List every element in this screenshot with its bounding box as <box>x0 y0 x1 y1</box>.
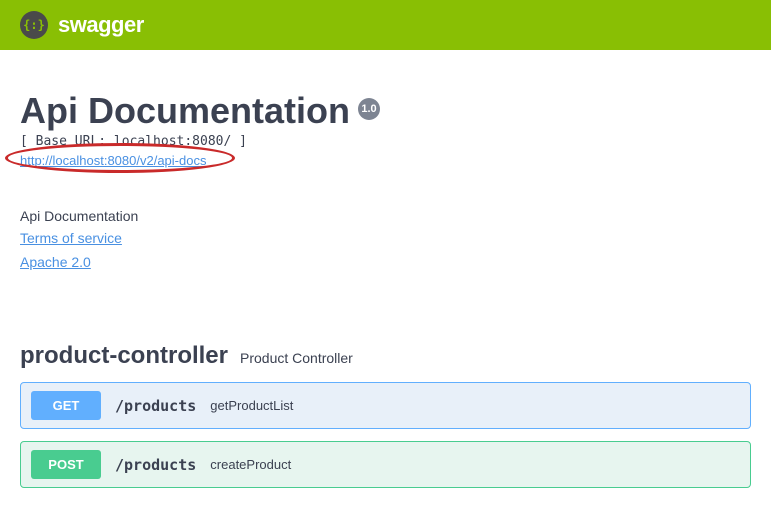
controller-description: Product Controller <box>240 350 353 366</box>
operation-post-products[interactable]: POST /products createProduct <box>20 441 751 488</box>
swagger-icon: {:} <box>20 11 48 39</box>
api-description: Api Documentation <box>20 208 751 224</box>
title-text: Api Documentation <box>20 90 350 132</box>
operation-path: /products <box>115 456 196 474</box>
version-badge: 1.0 <box>358 98 380 120</box>
operation-get-products[interactable]: GET /products getProductList <box>20 382 751 429</box>
info-section: Api Documentation 1.0 [ Base URL: localh… <box>20 90 751 272</box>
method-badge-post: POST <box>31 450 101 479</box>
controller-header[interactable]: product-controller Product Controller <box>20 342 751 370</box>
api-docs-link-wrap: http://localhost:8080/v2/api-docs <box>20 149 206 170</box>
terms-of-service-link[interactable]: Terms of service <box>20 230 122 246</box>
swagger-brand-text: swagger <box>58 12 144 38</box>
operation-summary: createProduct <box>210 457 291 472</box>
swagger-logo[interactable]: {:} swagger <box>20 11 144 39</box>
controller-section: product-controller Product Controller GE… <box>20 342 751 488</box>
topbar: {:} swagger <box>0 0 771 50</box>
api-docs-link[interactable]: http://localhost:8080/v2/api-docs <box>20 153 206 168</box>
page-title: Api Documentation 1.0 <box>20 90 751 132</box>
license-link[interactable]: Apache 2.0 <box>20 254 91 270</box>
operation-summary: getProductList <box>210 398 293 413</box>
base-url: [ Base URL: localhost:8080/ ] <box>20 134 751 149</box>
operation-path: /products <box>115 397 196 415</box>
controller-name: product-controller <box>20 342 228 370</box>
content: Api Documentation 1.0 [ Base URL: localh… <box>0 90 771 488</box>
method-badge-get: GET <box>31 391 101 420</box>
